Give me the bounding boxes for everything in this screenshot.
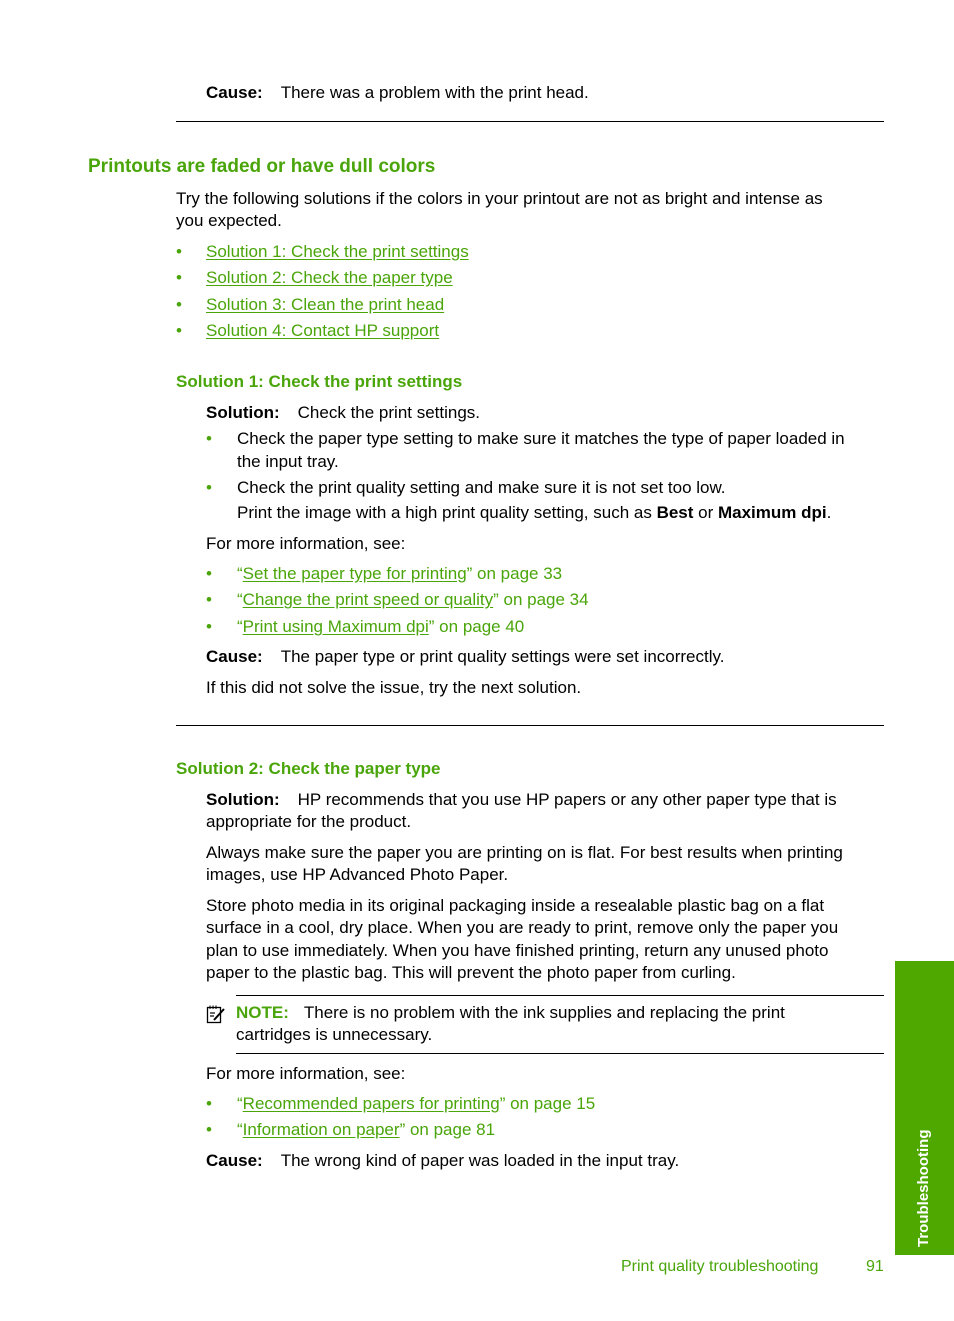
note-pencil-icon	[206, 1005, 225, 1024]
cause-label: Cause:	[206, 647, 263, 666]
text: or	[693, 503, 718, 522]
cause-text: There was a problem with the print head.	[280, 83, 589, 102]
ref-page: ” on page 15	[499, 1094, 596, 1113]
ref-page: ” on page 40	[428, 617, 525, 636]
solution1-more-info: For more information, see:	[206, 534, 406, 553]
note-text: There is no problem with the ink supplie…	[303, 1003, 785, 1022]
top-cause: Cause: There was a problem with the print…	[206, 83, 589, 103]
solution2-para2-line3: plan to use immediately. When you have f…	[206, 941, 829, 960]
solution-link-3[interactable]: Solution 3: Clean the print head	[206, 295, 444, 315]
solution2-para2-line1: Store photo media in its original packag…	[206, 896, 825, 915]
note-label: NOTE:	[236, 1003, 289, 1022]
solution-label: Solution:	[206, 790, 280, 809]
footer-section-name: Print quality troubleshooting	[621, 1258, 819, 1275]
note-line1: NOTE: There is no problem with the ink su…	[236, 1003, 785, 1023]
solution2-more-info: For more information, see:	[206, 1064, 406, 1083]
text: Print the image with a high print qualit…	[237, 503, 657, 522]
solution-text: Check the print settings.	[297, 403, 481, 422]
bullet: •	[206, 590, 212, 609]
chapter-side-tab: Troubleshooting	[895, 961, 954, 1255]
ref-item: “Set the paper type for printing” on pag…	[237, 564, 562, 584]
solution2-heading: Solution 2: Check the paper type	[176, 759, 441, 778]
note-top-rule	[236, 995, 884, 996]
ref-link-set-paper-type[interactable]: Set the paper type for printing	[243, 564, 467, 583]
solution2-statement: Solution: HP recommends that you use HP p…	[206, 790, 837, 810]
solution2-para2-line4: paper to the plastic bag. This will prev…	[206, 963, 736, 982]
solution1-statement: Solution: Check the print settings.	[206, 403, 480, 423]
cause-label: Cause:	[206, 1151, 263, 1170]
cause-label: Cause:	[206, 83, 263, 102]
ref-page: ” on page 81	[399, 1120, 496, 1139]
solution-link-2[interactable]: Solution 2: Check the paper type	[206, 268, 453, 288]
divider	[176, 725, 884, 726]
intro-text-line1: Try the following solutions if the color…	[176, 189, 823, 208]
chapter-side-tab-label: Troubleshooting	[915, 1129, 932, 1248]
note-line2: cartridges is unnecessary.	[236, 1025, 433, 1044]
solution2-para2-line2: surface in a cool, dry place. When you a…	[206, 918, 839, 937]
cause-text: The paper type or print quality settings…	[280, 647, 725, 666]
bullet: •	[206, 564, 212, 583]
ref-page: ” on page 33	[466, 564, 563, 583]
solution1-heading: Solution 1: Check the print settings	[176, 372, 463, 391]
solution2-para1-line2: images, use HP Advanced Photo Paper.	[206, 865, 509, 884]
text: .	[826, 503, 832, 522]
solution1-bullet1-line2: the input tray.	[237, 452, 339, 471]
maximum-dpi-term: Maximum dpi	[717, 503, 827, 522]
ref-link-maximum-dpi[interactable]: Print using Maximum dpi	[243, 617, 429, 636]
solution1-bullet2-line1: Check the print quality setting and make…	[237, 478, 726, 497]
ref-item: “Information on paper” on page 81	[237, 1120, 495, 1140]
bullet: •	[176, 242, 182, 261]
ref-item: “Change the print speed or quality” on p…	[237, 590, 589, 610]
best-term: Best	[656, 503, 694, 522]
intro-text-line2: you expected.	[176, 211, 282, 230]
bullet: •	[206, 617, 212, 636]
bullet: •	[206, 1120, 212, 1139]
section-title: Printouts are faded or have dull colors	[88, 156, 436, 177]
ref-item: “Recommended papers for printing” on pag…	[237, 1094, 595, 1114]
solution1-cause: Cause: The paper type or print quality se…	[206, 647, 724, 667]
ref-link-recommended-papers[interactable]: Recommended papers for printing	[243, 1094, 500, 1113]
bullet: •	[206, 1094, 212, 1113]
solution1-next: If this did not solve the issue, try the…	[206, 678, 582, 697]
bullet: •	[206, 429, 212, 448]
solution-link-4[interactable]: Solution 4: Contact HP support	[206, 321, 439, 341]
ref-link-change-print-speed[interactable]: Change the print speed or quality	[243, 590, 493, 609]
divider	[176, 121, 884, 122]
solution2-cause: Cause: The wrong kind of paper was loaded…	[206, 1151, 679, 1171]
solution1-bullet2-line2: Print the image with a high print qualit…	[237, 503, 831, 523]
ref-page: ” on page 34	[493, 590, 589, 609]
solution-text: HP recommends that you use HP papers or …	[297, 790, 837, 809]
cause-text: The wrong kind of paper was loaded in th…	[280, 1151, 680, 1170]
bullet: •	[176, 268, 182, 287]
solution2-statement-line2: appropriate for the product.	[206, 812, 412, 831]
solution1-bullet1-line1: Check the paper type setting to make sur…	[237, 429, 845, 448]
bullet: •	[206, 478, 212, 497]
solution2-para1-line1: Always make sure the paper you are print…	[206, 843, 843, 862]
solution-label: Solution:	[206, 403, 280, 422]
footer-page-number: 91	[866, 1258, 884, 1275]
ref-item: “Print using Maximum dpi” on page 40	[237, 617, 524, 637]
bullet: •	[176, 295, 182, 314]
ref-link-information-on-paper[interactable]: Information on paper	[243, 1120, 400, 1139]
bullet: •	[176, 321, 182, 340]
solution-link-1[interactable]: Solution 1: Check the print settings	[206, 242, 469, 262]
note-bottom-rule	[236, 1053, 884, 1054]
